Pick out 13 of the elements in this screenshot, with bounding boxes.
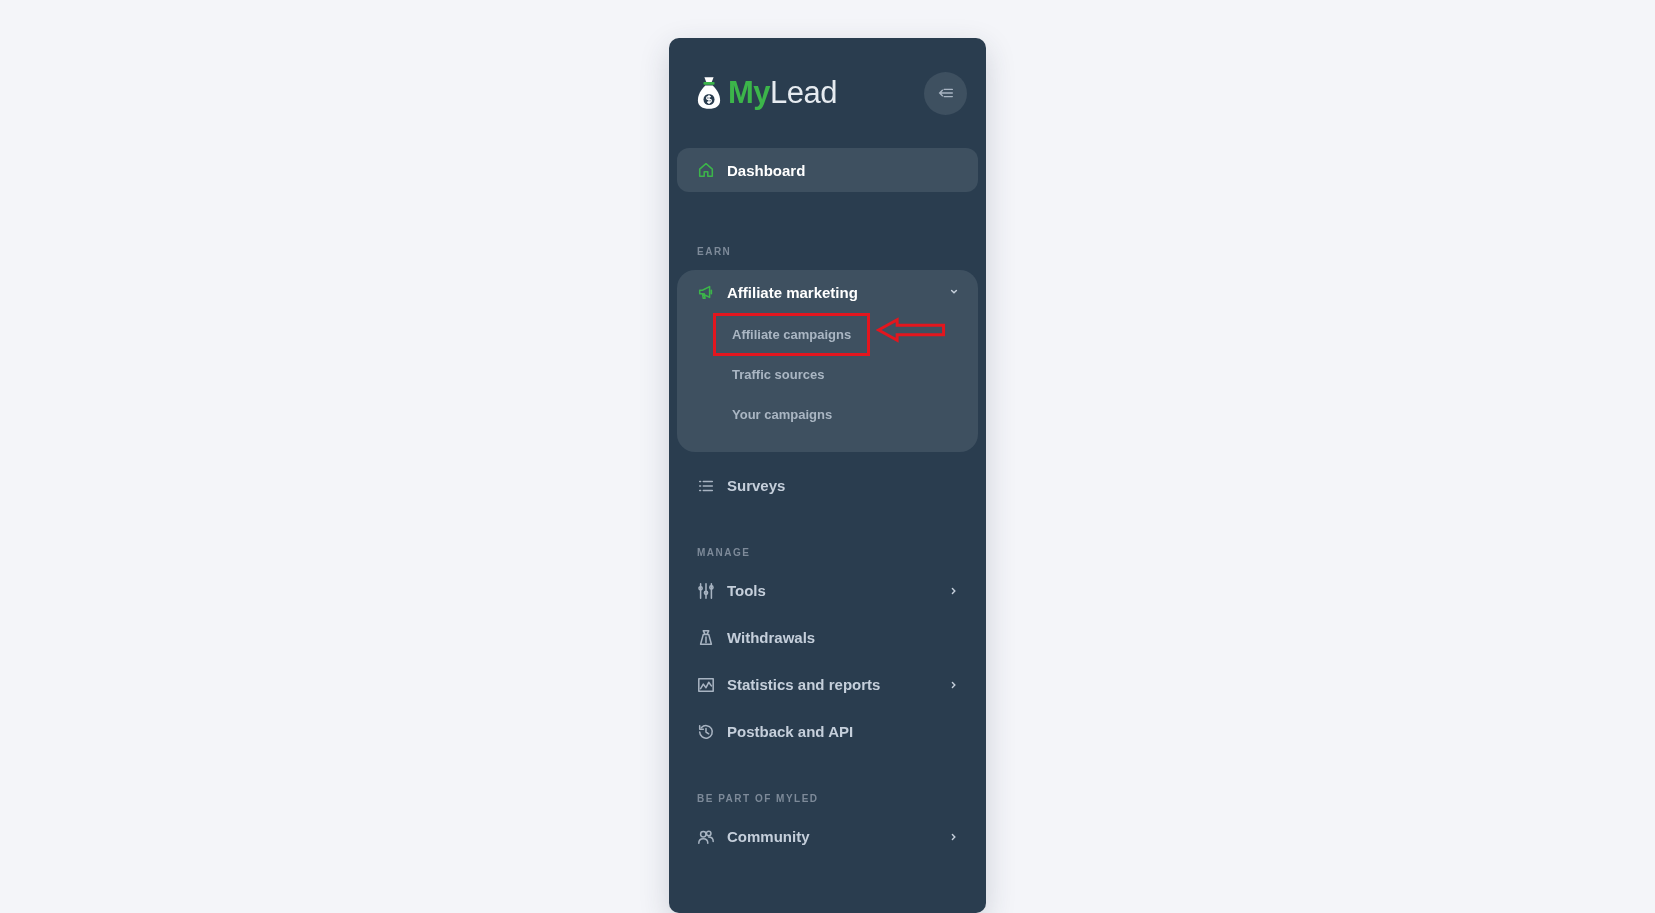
nav-item[interactable]: Statistics and reports bbox=[677, 661, 978, 708]
brand-logo: MyLead bbox=[728, 75, 838, 111]
section-heading: MANAGE bbox=[696, 547, 752, 559]
nav-item[interactable]: Surveys bbox=[677, 462, 978, 509]
section-heading: BE PART OF MYLED bbox=[696, 793, 820, 805]
nav-item[interactable]: Affiliate marketing bbox=[677, 270, 978, 314]
submenu-item[interactable]: Affiliate campaigns bbox=[713, 312, 871, 356]
nav-item[interactable]: Postback and API bbox=[677, 708, 978, 755]
nav-item[interactable]: Tools bbox=[677, 567, 978, 614]
nav-item[interactable]: Withdrawals bbox=[677, 614, 978, 661]
section-heading: EARN bbox=[696, 246, 733, 258]
nav-item[interactable]: Community bbox=[677, 813, 978, 860]
dashboard-nav-item[interactable]: Dashboard bbox=[677, 148, 978, 192]
